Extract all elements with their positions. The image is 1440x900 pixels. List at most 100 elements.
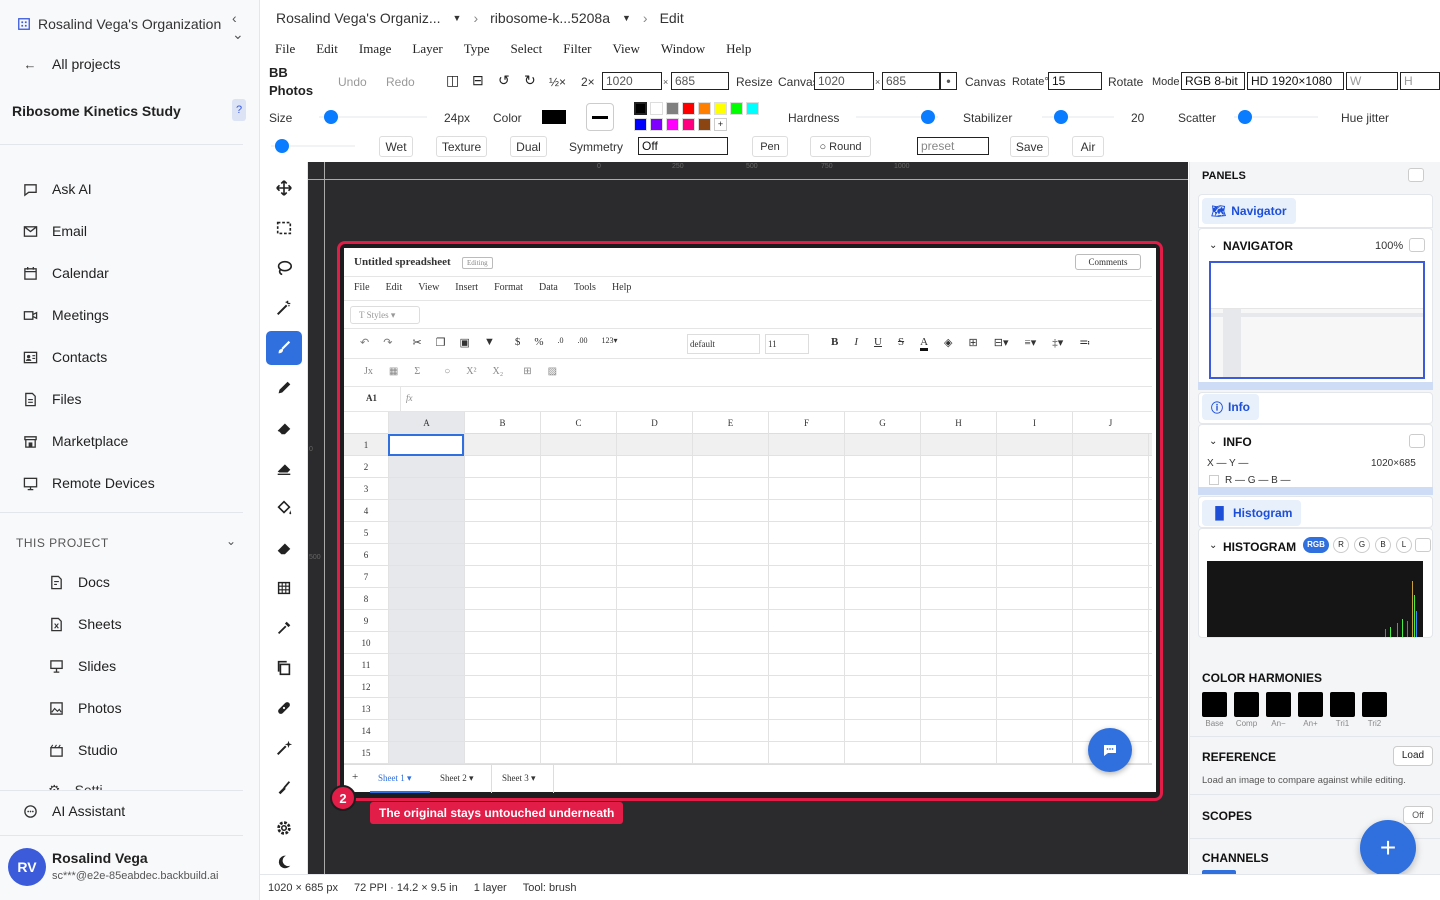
nav-files[interactable]: Files	[22, 391, 82, 407]
size-slider[interactable]	[319, 110, 427, 124]
harmony-an-plus-swatch[interactable]	[1298, 692, 1323, 717]
org-switcher[interactable]: Rosalind Vega's Organization	[16, 16, 221, 32]
navigator-tab[interactable]: 🗺 Navigator	[1202, 198, 1296, 224]
clone-tool[interactable]	[266, 651, 302, 685]
color-swatch-option[interactable]	[666, 118, 679, 131]
preset-height-input[interactable]: H	[1400, 72, 1440, 90]
menu-filter[interactable]: Filter	[563, 41, 591, 57]
preset-select[interactable]: HD 1920×1080	[1247, 72, 1344, 90]
color-swatch-option[interactable]	[650, 102, 663, 115]
air-button[interactable]: Air	[1072, 136, 1104, 157]
color-swatch-option[interactable]	[746, 102, 759, 115]
collapse-icon[interactable]: ⌄	[1209, 436, 1217, 447]
eraser-tool[interactable]	[266, 411, 302, 445]
anchor-select[interactable]: •	[940, 72, 957, 90]
canvas-height-input[interactable]: 685	[882, 72, 940, 90]
hue-jitter-slider[interactable]	[271, 139, 355, 153]
flip-horizontal-icon[interactable]: ◫	[446, 72, 459, 89]
add-swatch-button[interactable]: +	[714, 118, 727, 131]
panel-scrollbar[interactable]	[1198, 382, 1433, 390]
slider-knob[interactable]	[1053, 110, 1068, 124]
mode-select[interactable]: RGB 8-bit	[1181, 72, 1245, 90]
marquee-tool[interactable]	[266, 211, 302, 245]
breadcrumb-file[interactable]: ribosome-k...5208a	[490, 10, 610, 26]
collapse-sidebar-icon[interactable]: ‹ ⌄	[232, 10, 244, 43]
symmetry-select[interactable]: Off	[638, 137, 728, 155]
collapse-icon[interactable]: ⌄	[1209, 540, 1217, 551]
menu-help[interactable]: Help	[726, 41, 751, 57]
slider-knob[interactable]	[323, 110, 338, 124]
hist-rgb-button[interactable]: RGB	[1303, 537, 1329, 553]
harmony-base-swatch[interactable]	[1202, 692, 1227, 717]
resize-button[interactable]: Resize	[736, 75, 773, 89]
nav-email[interactable]: Email	[22, 223, 87, 239]
nav-meetings[interactable]: Meetings	[22, 307, 109, 323]
menu-select[interactable]: Select	[511, 41, 543, 57]
color-swatch-option[interactable]	[714, 102, 727, 115]
slider-knob[interactable]	[274, 139, 289, 153]
texture-button[interactable]: Texture	[436, 136, 487, 157]
height-input[interactable]: 685	[671, 72, 729, 90]
canvas-width-input[interactable]: 1020	[814, 72, 874, 90]
rotate-button[interactable]: Rotate	[1108, 75, 1143, 89]
breadcrumb-org[interactable]: Rosalind Vega's Organiz...	[276, 10, 441, 26]
color-swatch-option[interactable]	[698, 118, 711, 131]
harmony-tri2-swatch[interactable]	[1362, 692, 1387, 717]
hist-r-button[interactable]: R	[1333, 537, 1349, 553]
popout-icon[interactable]	[1408, 168, 1424, 182]
preset-name-input[interactable]: preset	[917, 137, 989, 155]
slider-knob[interactable]	[920, 110, 935, 124]
menu-type[interactable]: Type	[464, 41, 490, 57]
slider-knob[interactable]	[1237, 110, 1252, 124]
color-swatch-option[interactable]	[698, 102, 711, 115]
sparkle-tool[interactable]	[266, 731, 302, 765]
add-fab-button[interactable]: +	[1360, 820, 1416, 876]
dropdown-icon[interactable]: ▼	[453, 13, 462, 23]
avatar[interactable]: RV	[8, 848, 46, 886]
brush-shape-button[interactable]	[586, 103, 614, 131]
scatter-slider[interactable]	[1234, 110, 1318, 124]
harmony-an-minus-swatch[interactable]	[1266, 692, 1291, 717]
heal-tool[interactable]	[266, 691, 302, 725]
hist-l-button[interactable]: L	[1396, 537, 1412, 553]
rotate-ccw-icon[interactable]: ↺	[498, 72, 510, 89]
canvas-button[interactable]: Canvas	[965, 75, 1006, 89]
all-projects-link[interactable]: ← All projects	[22, 56, 121, 72]
nav-ask-ai[interactable]: Ask AI	[22, 181, 92, 197]
pen-button[interactable]: Pen	[752, 136, 788, 157]
dropdown-icon[interactable]: ▼	[622, 13, 631, 23]
menu-view[interactable]: View	[612, 41, 639, 57]
help-button[interactable]: ?	[232, 99, 246, 121]
color-swatch-option[interactable]	[730, 102, 743, 115]
nav-contacts[interactable]: Contacts	[22, 349, 107, 365]
magic-wand-tool[interactable]	[266, 291, 302, 325]
color-swatch-option[interactable]	[634, 118, 647, 131]
nav-marketplace[interactable]: Marketplace	[22, 433, 128, 449]
redo-button[interactable]: Redo	[386, 75, 415, 89]
width-input[interactable]: 1020	[602, 72, 662, 90]
harmony-comp-swatch[interactable]	[1234, 692, 1259, 717]
nav-calendar[interactable]: Calendar	[22, 265, 109, 281]
move-tool[interactable]	[266, 171, 302, 205]
project-studio[interactable]: Studio	[48, 742, 118, 758]
menu-image[interactable]: Image	[359, 41, 391, 57]
pattern-tool[interactable]	[266, 571, 302, 605]
preset-width-input[interactable]: W	[1346, 72, 1398, 90]
flip-vertical-icon[interactable]: ⊟	[472, 72, 484, 89]
collapse-icon[interactable]: ⌄	[1209, 240, 1217, 251]
navigator-thumbnail[interactable]	[1209, 261, 1425, 379]
round-button[interactable]: ○ Round	[810, 136, 871, 157]
dual-button[interactable]: Dual	[510, 136, 547, 157]
project-settings-partial[interactable]: ⚙ Setti...	[48, 782, 114, 790]
histogram-tab[interactable]: ▐▌ Histogram	[1202, 500, 1302, 526]
hist-g-button[interactable]: G	[1354, 537, 1370, 553]
save-preset-button[interactable]: Save	[1010, 136, 1049, 157]
scopes-toggle[interactable]: Off	[1403, 806, 1433, 824]
wet-button[interactable]: Wet	[379, 136, 413, 157]
color-swatch[interactable]	[542, 110, 566, 124]
undo-button[interactable]: Undo	[338, 75, 367, 89]
color-swatch-option[interactable]	[650, 118, 663, 131]
popout-icon[interactable]	[1409, 434, 1425, 448]
color-swatch-option[interactable]	[682, 118, 695, 131]
project-sheets[interactable]: Sheets	[48, 616, 122, 632]
